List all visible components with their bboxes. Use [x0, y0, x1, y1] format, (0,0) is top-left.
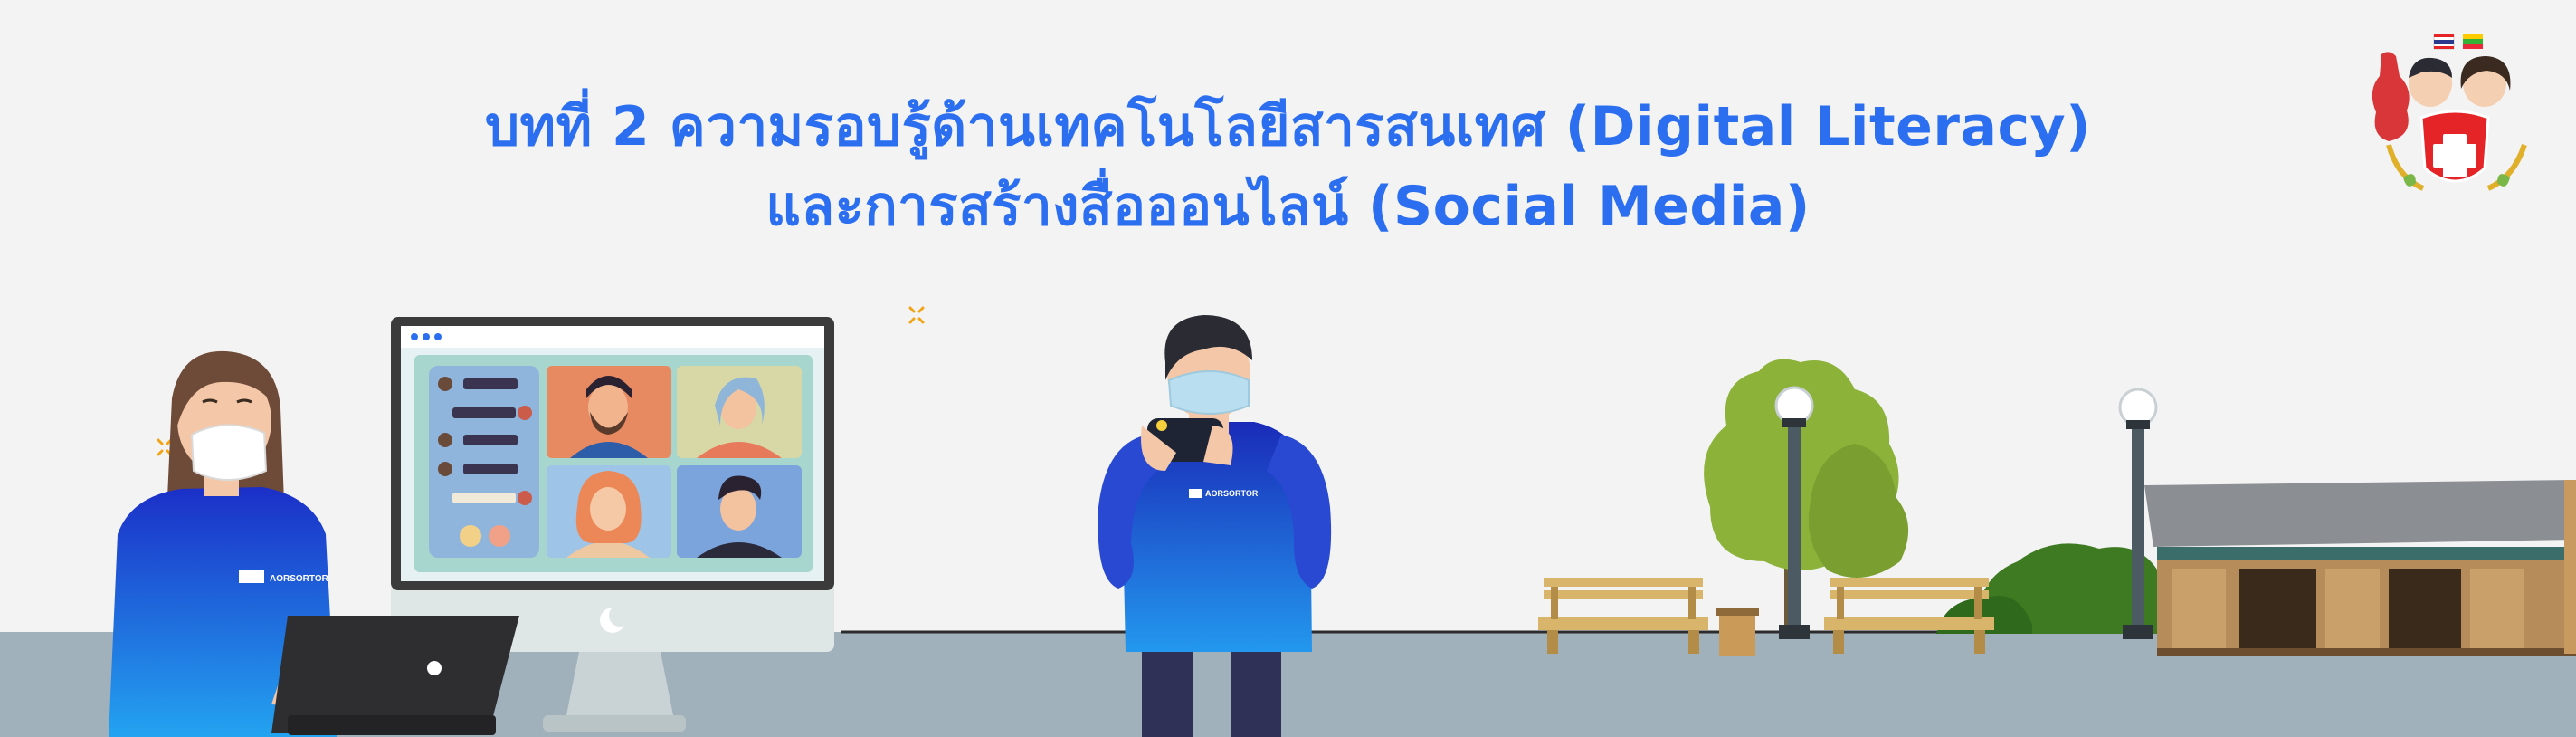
- video-tile: [547, 465, 671, 558]
- shirt-logo-text: AORSORTOR: [270, 574, 329, 584]
- shirt-logo-text: AORSORTOR: [1205, 489, 1259, 498]
- trash-bin-icon: [1716, 608, 1759, 656]
- video-tile: [547, 366, 671, 458]
- chat-panel: [429, 366, 539, 558]
- wooden-building-illustration: [2144, 480, 2576, 656]
- health-volunteer-logo-icon: [2372, 34, 2527, 191]
- video-tile: [677, 465, 802, 558]
- video-tile: [677, 366, 802, 458]
- laptop-logo-icon: [427, 661, 442, 675]
- sparkle-icon: [908, 306, 925, 324]
- sparkle-icon: [157, 438, 173, 456]
- banner-illustration: บทที่ 2 ความรอบรู้ด้านเทคโนโลยีสารสนเทศ …: [0, 0, 2576, 737]
- scene-illustration: AORSORTOR AORSORTOR: [0, 34, 2576, 737]
